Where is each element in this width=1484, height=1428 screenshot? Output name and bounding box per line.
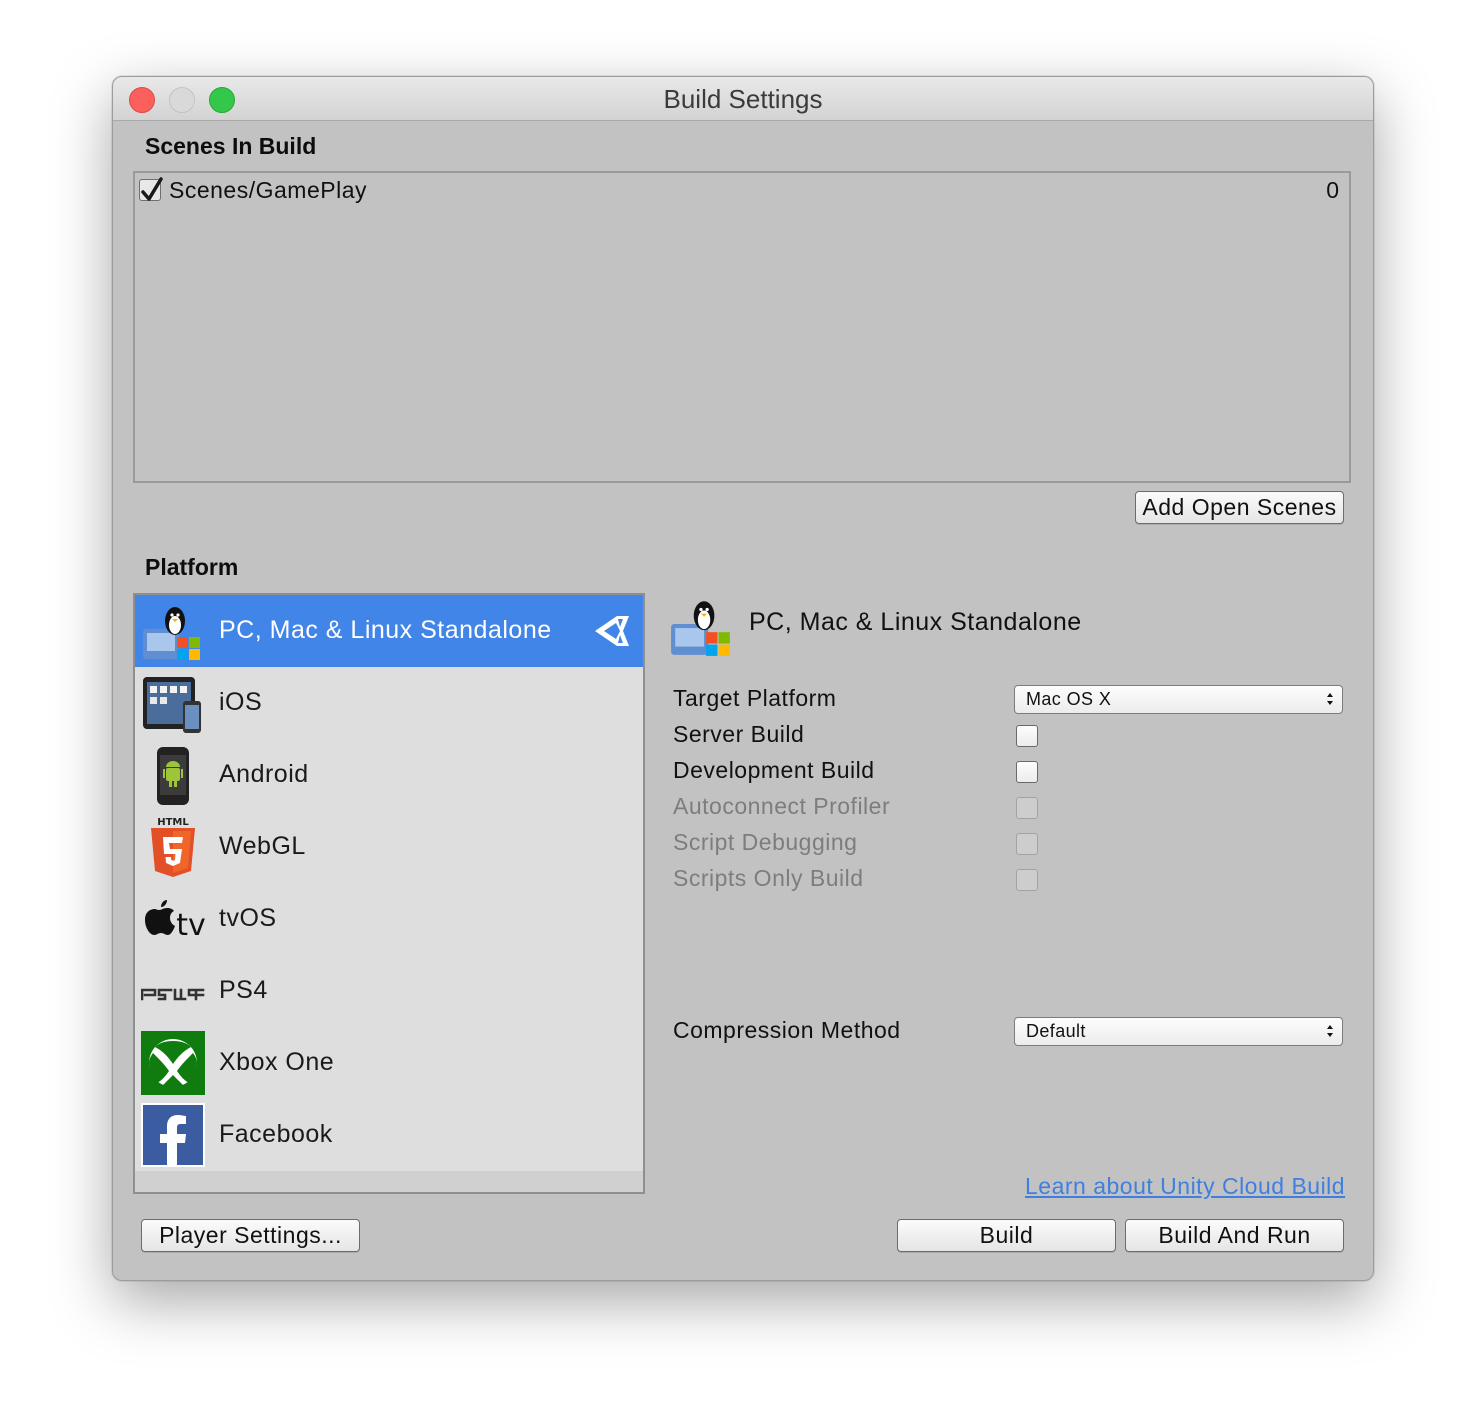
- scenes-in-build-heading: Scenes In Build: [145, 133, 317, 159]
- ios-device-icon: [143, 677, 201, 733]
- svg-text:tv: tv: [176, 908, 205, 943]
- scripts-only-build-label: Scripts Only Build: [673, 865, 864, 891]
- server-build-checkbox[interactable]: [1016, 725, 1038, 747]
- standalone-icon: [671, 601, 730, 656]
- autoconnect-profiler-checkbox: [1016, 797, 1038, 819]
- server-build-label: Server Build: [673, 721, 805, 747]
- scenes-list[interactable]: Scenes/GamePlay 0: [133, 171, 1351, 483]
- scene-include-checkbox[interactable]: [139, 177, 163, 201]
- unity-active-platform-icon: [595, 616, 629, 646]
- target-platform-select[interactable]: Mac OS X: [1014, 685, 1343, 714]
- html5-icon: HTML: [151, 817, 195, 877]
- platform-item-label: Android: [219, 760, 309, 788]
- autoconnect-profiler-label: Autoconnect Profiler: [673, 793, 891, 819]
- ps4-logo-icon: [141, 988, 205, 1001]
- window-title: Build Settings: [663, 84, 823, 114]
- platform-details-title: PC, Mac & Linux Standalone: [749, 608, 1082, 636]
- platform-item-ios[interactable]: iOS: [135, 667, 643, 739]
- standalone-icon: [143, 607, 200, 660]
- development-build-label: Development Build: [673, 757, 875, 783]
- add-open-scenes-button[interactable]: Add Open Scenes: [1135, 491, 1344, 524]
- platform-item-label: WebGL: [219, 832, 306, 860]
- scene-row[interactable]: Scenes/GamePlay 0: [139, 177, 1339, 207]
- apple-tv-icon: tv: [145, 900, 205, 943]
- build-button[interactable]: Build: [897, 1219, 1116, 1252]
- platform-item-label: PS4: [219, 976, 268, 1004]
- scripts-only-build-checkbox: [1016, 869, 1038, 891]
- svg-text:HTML: HTML: [157, 817, 189, 828]
- chevron-up-down-icon: [1327, 693, 1333, 705]
- platform-item-label: tvOS: [219, 904, 277, 932]
- target-platform-label: Target Platform: [673, 685, 837, 711]
- facebook-logo-icon: [141, 1103, 205, 1167]
- scene-build-index: 0: [1326, 177, 1339, 203]
- build-settings-window: Build Settings Scenes In Build Scenes/Ga…: [112, 76, 1374, 1281]
- compression-method-select[interactable]: Default: [1014, 1017, 1343, 1046]
- xbox-logo-icon: [141, 1031, 205, 1095]
- chevron-up-down-icon: [1327, 1025, 1333, 1037]
- compression-method-value: Default: [1026, 1021, 1086, 1041]
- player-settings-button[interactable]: Player Settings...: [141, 1219, 360, 1252]
- platform-item-label: PC, Mac & Linux Standalone: [219, 616, 552, 644]
- scene-name: Scenes/GamePlay: [169, 177, 367, 203]
- unity-cloud-build-link[interactable]: Learn about Unity Cloud Build: [1025, 1173, 1345, 1200]
- platform-item-facebook[interactable]: Facebook: [135, 1099, 643, 1171]
- checkmark-icon: [141, 177, 163, 201]
- script-debugging-checkbox: [1016, 833, 1038, 855]
- development-build-checkbox[interactable]: [1016, 761, 1038, 783]
- platform-item-standalone[interactable]: PC, Mac & Linux Standalone: [135, 595, 643, 667]
- platform-item-label: Facebook: [219, 1120, 333, 1148]
- android-phone-icon: [157, 747, 189, 805]
- platform-item-ps4[interactable]: PS4: [135, 955, 643, 1027]
- compression-method-label: Compression Method: [673, 1017, 901, 1043]
- platform-item-label: Xbox One: [219, 1048, 335, 1076]
- platform-item-android[interactable]: Android: [135, 739, 643, 811]
- platform-item-label: iOS: [219, 688, 263, 716]
- target-platform-value: Mac OS X: [1026, 689, 1112, 709]
- platform-item-webgl[interactable]: HTML WebGL: [135, 811, 643, 883]
- platform-heading: Platform: [145, 554, 239, 580]
- platform-item-tvos[interactable]: tv tvOS: [135, 883, 643, 955]
- script-debugging-label: Script Debugging: [673, 829, 858, 855]
- platform-item-xbox-one[interactable]: Xbox One: [135, 1027, 643, 1099]
- title-bar: Build Settings: [113, 77, 1373, 121]
- platform-list: PC, Mac & Linux Standalone iOS Android H…: [133, 593, 645, 1194]
- build-and-run-button[interactable]: Build And Run: [1125, 1219, 1344, 1252]
